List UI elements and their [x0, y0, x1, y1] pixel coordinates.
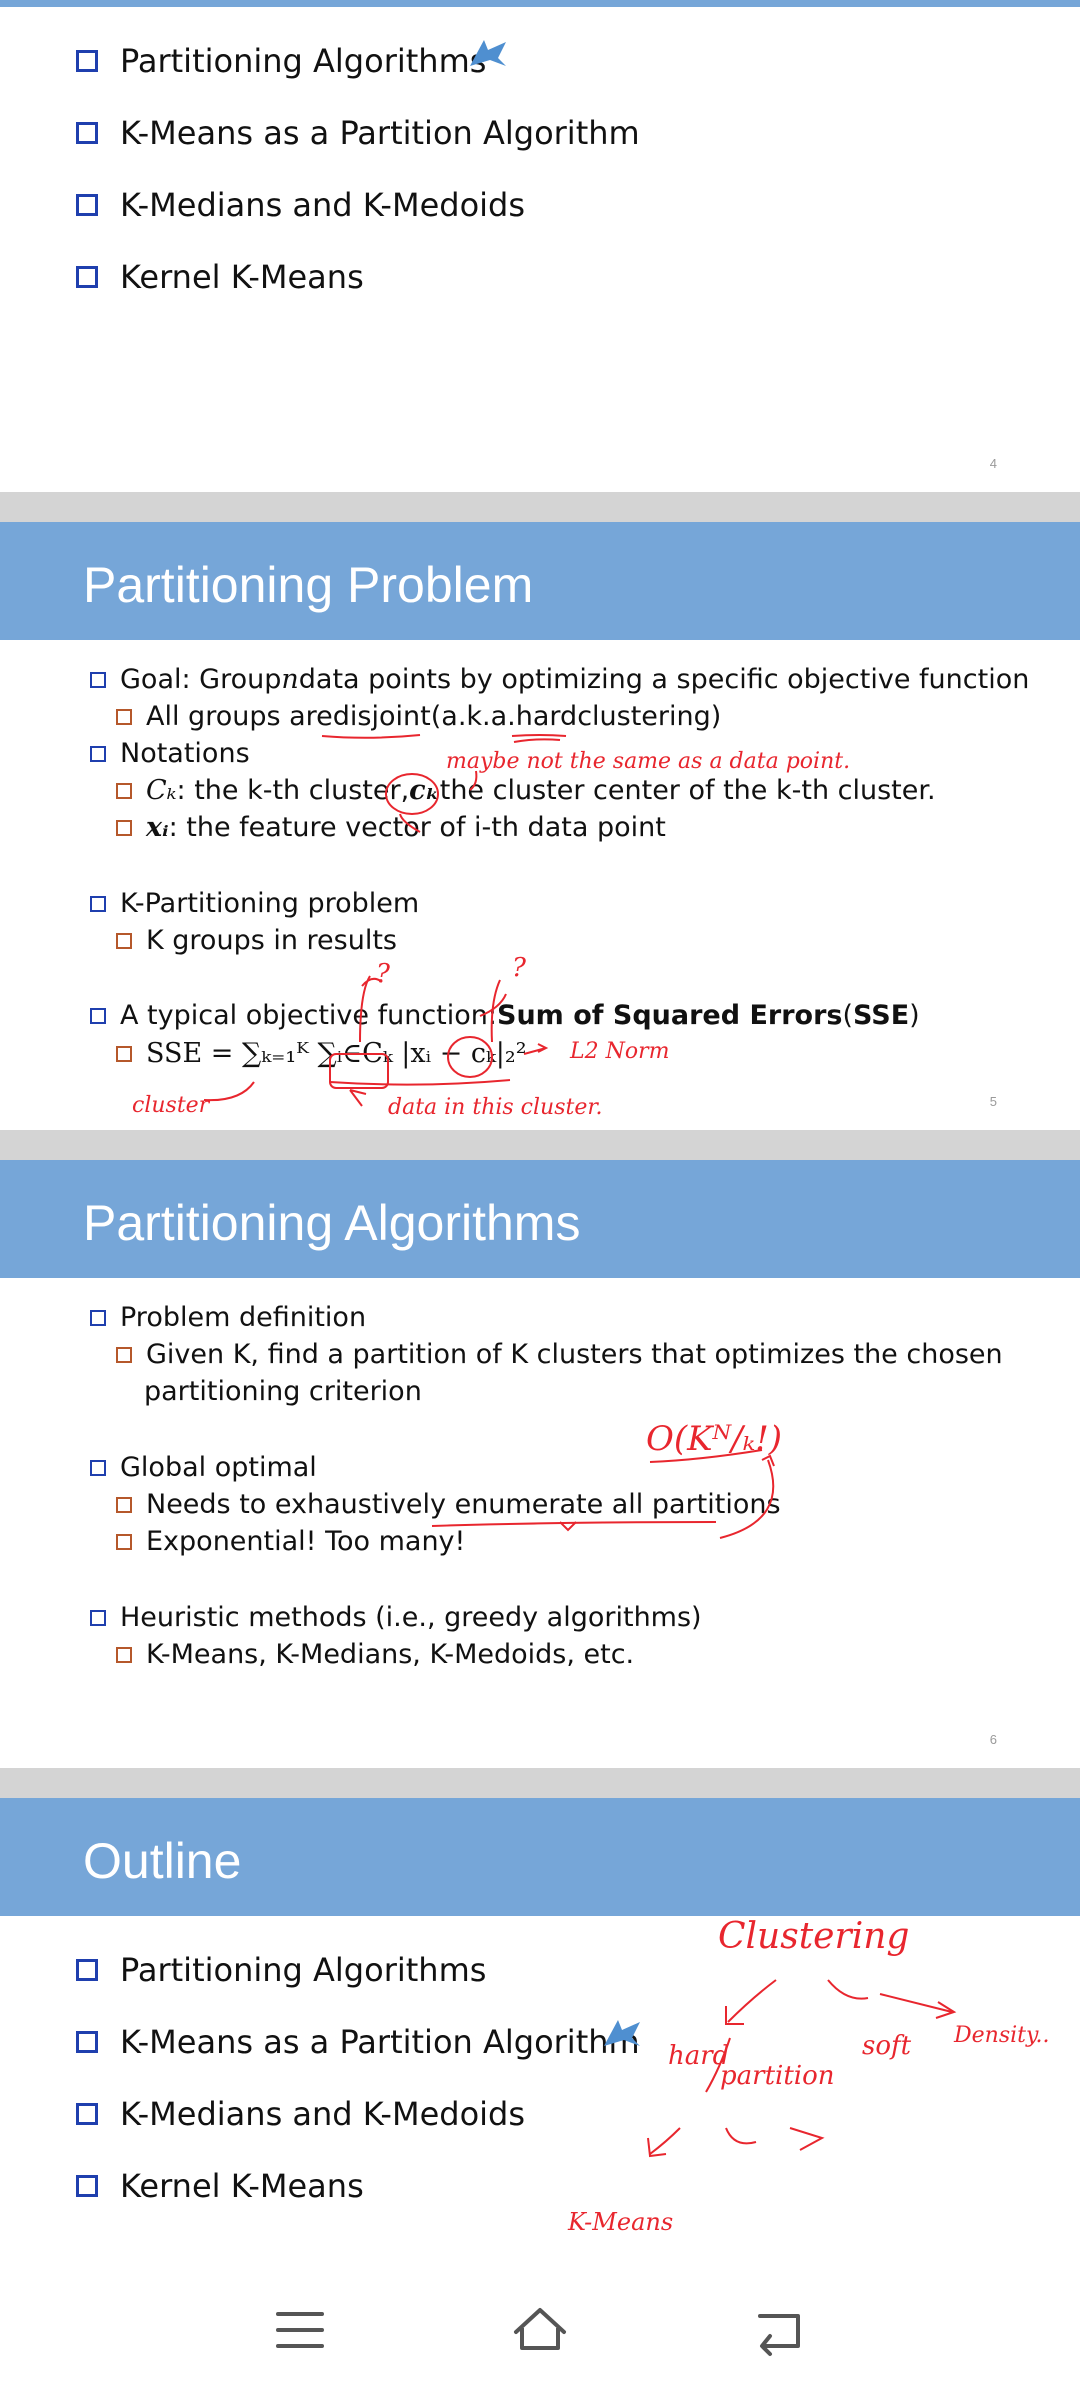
svg-text:L2 Norm: L2 Norm: [569, 1039, 669, 1064]
sub-bullet-sse-formula: SSE = ∑ₖ₌₁ᴷ ∑ᵢ∈Cₖ |xᵢ − cₖ|₂²: [116, 1038, 527, 1069]
bullet-objective: A typical objective function: Sum of Squ…: [90, 1000, 920, 1031]
outline-item: K-Means as a Partition Algorithm: [76, 97, 640, 169]
home-icon: [514, 2308, 566, 2350]
bullet-icon: [90, 1007, 106, 1024]
bullet-problem-definition: Problem definition: [90, 1302, 366, 1333]
page-number: 4: [989, 456, 997, 471]
bullet-icon: [90, 671, 106, 688]
slide-top-bar: [0, 0, 1080, 7]
slide-banner: Partitioning Problem: [0, 522, 1080, 640]
back-icon: [758, 2314, 800, 2356]
slide-banner: Partitioning Algorithms: [0, 1160, 1080, 1278]
slide-5: Partitioning Problem Goal: Group n data …: [0, 522, 1080, 1130]
pointer-arrow-icon: [604, 2020, 640, 2046]
svg-text:soft: soft: [862, 2031, 912, 2061]
slide-title: Partitioning Problem: [83, 557, 534, 613]
sub-bullet-xi: xᵢ: the feature vector of i-th data poin…: [116, 812, 666, 843]
sub-bullet-icon: [116, 1533, 132, 1550]
outline-item: K-Means as a Partition Algorithm: [76, 2006, 640, 2078]
outline-item: Kernel K-Means: [76, 241, 640, 313]
slide-title: Outline: [83, 1833, 242, 1889]
svg-text:Clustering: Clustering: [718, 1916, 909, 1957]
bullet-goal: Goal: Group n data points by optimizing …: [90, 664, 1029, 695]
outline-item: Partitioning Algorithms: [76, 1934, 640, 2006]
menu-button[interactable]: [230, 2260, 370, 2400]
slide-title: Partitioning Algorithms: [83, 1195, 581, 1251]
sub-bullet-icon: [116, 782, 132, 799]
menu-icon: [276, 2312, 324, 2348]
outline-list: Partitioning Algorithms K-Means as a Par…: [76, 1934, 640, 2222]
sub-bullet-k-groups: K groups in results: [116, 925, 397, 956]
slide-outline: Outline Partitioning Algorithms K-Means …: [0, 1798, 1080, 2260]
sub-bullet-icon: [116, 1045, 132, 1062]
sub-bullet-icon: [116, 1496, 132, 1513]
slide-6: Partitioning Algorithms Problem definiti…: [0, 1160, 1080, 1768]
back-button[interactable]: [710, 2260, 850, 2400]
sub-bullet-disjoint: All groups are disjoint (a.k.a. hard clu…: [116, 701, 721, 732]
outline-item: Kernel K-Means: [76, 2150, 640, 2222]
bullet-icon: [76, 1959, 98, 1981]
outline-item: K-Medians and K-Medoids: [76, 169, 640, 241]
sub-bullet-enumerate: Needs to exhaustively enumerate all part…: [116, 1489, 781, 1520]
sub-bullet-icon: [116, 1646, 132, 1663]
home-button[interactable]: [470, 2260, 610, 2400]
sub-bullet-icon: [116, 819, 132, 836]
bullet-icon: [76, 194, 98, 216]
sub-bullet-given-k-continued: partitioning criterion: [144, 1376, 422, 1407]
sub-bullet-kmeans-etc: K-Means, K-Medians, K-Medoids, etc.: [116, 1639, 634, 1670]
page-number: 6: [989, 1732, 997, 1747]
sub-bullet-icon: [116, 708, 132, 725]
sub-bullet-ck: Cₖ: the k-th cluster, cₖ the cluster cen…: [116, 775, 936, 806]
bullet-icon: [90, 1309, 106, 1326]
slide-banner: Outline: [0, 1798, 1080, 1916]
svg-text:data in this cluster.: data in this cluster.: [388, 1095, 602, 1120]
svg-text:partition: partition: [720, 2061, 835, 2091]
bullet-global-optimal: Global optimal: [90, 1452, 317, 1483]
bullet-k-partitioning: K-Partitioning problem: [90, 888, 419, 919]
navigation-bar: [0, 2260, 1080, 2400]
svg-text:hard: hard: [668, 2041, 729, 2071]
outline-item: K-Medians and K-Medoids: [76, 2078, 640, 2150]
svg-text:O(Kᴺ/ₖ!): O(Kᴺ/ₖ!): [646, 1419, 782, 1459]
bullet-heuristic: Heuristic methods (i.e., greedy algorith…: [90, 1602, 702, 1633]
svg-text:?: ?: [512, 953, 527, 983]
page-number: 5: [989, 1094, 997, 1109]
outline-list: Partitioning Algorithms K-Means as a Par…: [76, 25, 640, 313]
bullet-icon: [76, 266, 98, 288]
bullet-icon: [76, 2175, 98, 2197]
svg-text:Density..: Density..: [953, 2023, 1050, 2048]
bullet-icon: [76, 50, 98, 72]
svg-text:maybe not the same as a data p: maybe not the same as a data point.: [446, 749, 850, 774]
sub-bullet-given-k: Given K, find a partition of K clusters …: [116, 1339, 1003, 1370]
bullet-icon: [76, 2031, 98, 2053]
bullet-icon: [90, 895, 106, 912]
bullet-notations: Notations: [90, 738, 250, 769]
bullet-icon: [90, 1609, 106, 1626]
outline-item: Partitioning Algorithms: [76, 25, 640, 97]
svg-text:?: ?: [376, 959, 391, 989]
bullet-icon: [76, 122, 98, 144]
svg-text:cluster: cluster: [132, 1093, 211, 1118]
sub-bullet-icon: [116, 1346, 132, 1363]
bullet-icon: [90, 745, 106, 762]
slide-4: Partitioning Algorithms K-Means as a Par…: [0, 0, 1080, 492]
sub-bullet-exponential: Exponential! Too many!: [116, 1526, 465, 1557]
bullet-icon: [76, 2103, 98, 2125]
bullet-icon: [90, 1459, 106, 1476]
pointer-arrow-icon: [470, 40, 506, 66]
sub-bullet-icon: [116, 932, 132, 949]
